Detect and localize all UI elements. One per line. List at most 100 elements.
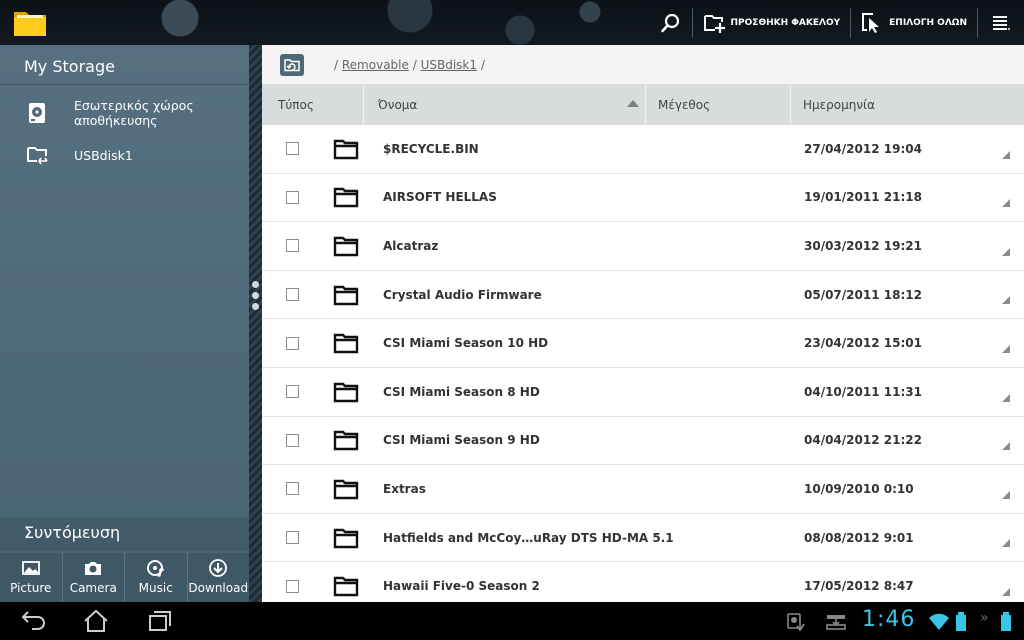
breadcrumb-separator: / <box>334 57 339 72</box>
row-checkbox[interactable] <box>286 288 299 302</box>
item-menu-indicator-icon[interactable] <box>1002 587 1010 596</box>
table-row[interactable]: CSI Miami Season 8 HD 04/10/2011 11:31 <box>262 368 1024 417</box>
select-all-icon <box>862 12 880 33</box>
recent-apps-icon[interactable] <box>146 609 174 633</box>
file-date: 04/04/2012 21:22 <box>804 433 922 448</box>
usb-debug-icon[interactable] <box>786 612 806 632</box>
dock-battery-icon <box>956 612 966 631</box>
item-menu-indicator-icon[interactable] <box>1002 150 1010 159</box>
folder-icon <box>333 528 359 548</box>
file-manager-app-icon[interactable] <box>12 6 48 38</box>
file-name: Alcatraz <box>383 238 439 253</box>
item-menu-indicator-icon[interactable] <box>1002 344 1010 353</box>
internal-storage-icon <box>29 102 45 123</box>
file-date: 17/05/2012 8:47 <box>804 579 914 594</box>
divider-grip-dot <box>252 303 259 310</box>
table-row[interactable]: CSI Miami Season 9 HD 04/04/2012 21:22 <box>262 417 1024 466</box>
table-row[interactable]: Hatfields and McCoy…uRay DTS HD-MA 5.1 08… <box>262 514 1024 563</box>
shortcut-camera[interactable]: Camera <box>63 553 125 602</box>
select-all-button[interactable]: ΕΠΙΛΟΓΗ ΟΛΩΝ <box>851 0 977 45</box>
row-checkbox[interactable] <box>286 482 299 496</box>
picture-icon <box>21 561 40 575</box>
menu-icon <box>993 15 1010 31</box>
item-menu-indicator-icon[interactable] <box>1002 490 1010 499</box>
shortcut-download[interactable]: Download <box>188 553 250 602</box>
folder-icon <box>333 285 359 305</box>
add-folder-button[interactable]: ΠΡΟΣΘΗΚΗ ΦΑΚΕΛΟΥ <box>693 0 851 45</box>
file-list-pane: / Removable / USBdisk1 / Τύπος Όνομα Μέγ… <box>262 45 1024 602</box>
sidebar-item-internal-storage[interactable]: Εσωτερικός χώρος αποθήκευσης <box>0 85 249 140</box>
item-menu-indicator-icon[interactable] <box>1002 296 1010 305</box>
sidebar: My Storage Εσωτερικός χώρος αποθήκευσης … <box>0 45 249 602</box>
column-size[interactable]: Μέγεθος <box>646 85 791 125</box>
file-date: 04/10/2011 11:31 <box>804 384 922 399</box>
usb-disk-icon <box>27 147 48 165</box>
row-checkbox[interactable] <box>286 239 299 253</box>
file-date: 23/04/2012 15:01 <box>804 336 922 351</box>
storage-notification-icon[interactable] <box>826 612 846 632</box>
search-button[interactable] <box>650 0 692 45</box>
home-icon[interactable] <box>82 609 110 633</box>
breadcrumb-removable[interactable]: Removable <box>342 58 409 72</box>
column-label: Όνομα <box>378 98 418 112</box>
folder-icon <box>333 479 359 500</box>
table-row[interactable]: $RECYCLE.BIN 27/04/2012 19:04 <box>262 125 1024 174</box>
column-name[interactable]: Όνομα <box>364 85 646 125</box>
breadcrumb: / Removable / USBdisk1 / <box>334 58 485 72</box>
column-type[interactable]: Τύπος <box>262 85 364 125</box>
table-row[interactable]: Crystal Audio Firmware 05/07/2011 18:12 <box>262 271 1024 320</box>
table-row[interactable]: Extras 10/09/2010 0:10 <box>262 465 1024 514</box>
table-row[interactable]: AIRSOFT HELLAS 19/01/2011 21:18 <box>262 174 1024 223</box>
more-arrows-icon: » <box>980 610 989 626</box>
download-icon <box>209 559 228 577</box>
music-icon <box>146 560 164 577</box>
row-checkbox[interactable] <box>286 190 299 204</box>
sort-ascending-icon <box>627 100 639 107</box>
overflow-menu-button[interactable] <box>978 0 1024 45</box>
shortcut-label: Download <box>188 581 249 595</box>
shortcut-picture[interactable]: Picture <box>0 553 63 602</box>
file-name: Extras <box>383 481 426 496</box>
file-name: $RECYCLE.BIN <box>383 141 479 156</box>
item-menu-indicator-icon[interactable] <box>1002 539 1010 548</box>
shortcut-label: Picture <box>10 581 52 595</box>
row-checkbox[interactable] <box>286 433 299 447</box>
row-checkbox[interactable] <box>286 336 299 350</box>
row-checkbox[interactable] <box>286 385 299 399</box>
folder-icon <box>333 382 359 402</box>
add-folder-label: ΠΡΟΣΘΗΚΗ ΦΑΚΕΛΟΥ <box>730 17 841 28</box>
column-label: Ημερομηνία <box>803 98 876 112</box>
shortcut-music[interactable]: Music <box>125 553 188 602</box>
pane-divider[interactable] <box>249 45 262 602</box>
item-menu-indicator-icon[interactable] <box>1002 199 1010 208</box>
sidebar-item-label: USBdisk1 <box>74 147 133 163</box>
table-row[interactable]: Alcatraz 30/03/2012 19:21 <box>262 222 1024 271</box>
wifi-icon <box>929 613 949 630</box>
breadcrumb-separator: / <box>412 57 417 72</box>
folder-up-icon <box>284 58 300 71</box>
file-date: 08/08/2012 9:01 <box>804 530 914 545</box>
row-checkbox[interactable] <box>286 579 299 593</box>
column-label: Μέγεθος <box>658 98 711 112</box>
breadcrumb-usbdisk1[interactable]: USBdisk1 <box>421 58 477 72</box>
go-up-button[interactable] <box>280 53 304 76</box>
file-name: Crystal Audio Firmware <box>383 287 542 302</box>
shortcut-title: Συντόμευση <box>0 517 249 551</box>
file-name: Hawaii Five-0 Season 2 <box>383 579 540 594</box>
table-row[interactable]: Hawaii Five-0 Season 2 17/05/2012 8:47 <box>262 562 1024 602</box>
row-checkbox[interactable] <box>286 142 299 156</box>
item-menu-indicator-icon[interactable] <box>1002 442 1010 451</box>
item-menu-indicator-icon[interactable] <box>1002 247 1010 256</box>
row-checkbox[interactable] <box>286 531 299 545</box>
back-icon[interactable] <box>20 609 48 633</box>
path-bar: / Removable / USBdisk1 / <box>262 45 1024 85</box>
clock[interactable]: 1:46 <box>862 607 915 632</box>
column-label: Τύπος <box>278 98 314 112</box>
table-row[interactable]: CSI Miami Season 10 HD 23/04/2012 15:01 <box>262 319 1024 368</box>
folder-icon <box>333 236 359 257</box>
column-date[interactable]: Ημερομηνία <box>791 85 1024 125</box>
item-menu-indicator-icon[interactable] <box>1002 393 1010 402</box>
sidebar-item-label: Εσωτερικός χώρος αποθήκευσης <box>74 97 194 128</box>
file-name: CSI Miami Season 9 HD <box>383 433 540 448</box>
sidebar-item-usbdisk1[interactable]: USBdisk1 <box>0 140 249 170</box>
